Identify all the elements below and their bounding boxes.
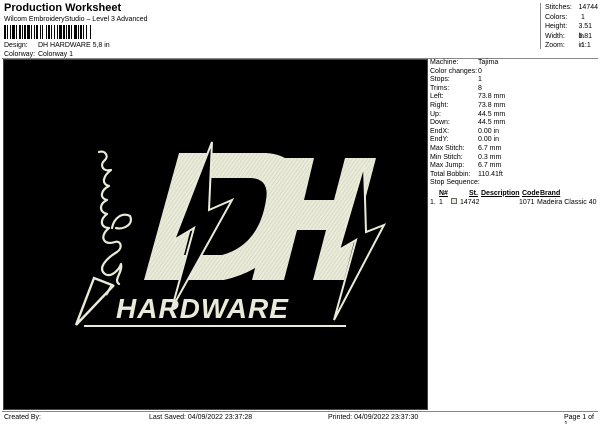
detail-endy: EndY: 0.00 in — [430, 136, 598, 145]
design-value: DH HARDWARE 5,8 in — [38, 42, 110, 49]
detail-label: Up: — [430, 110, 441, 118]
footer-created-by: Created By: — [4, 414, 41, 421]
detail-value: 6.7 mm — [478, 144, 502, 152]
page-title: Production Worksheet — [4, 2, 122, 14]
stat-value: 1 — [581, 13, 585, 21]
stop-sequence-title: Stop Sequence: — [430, 179, 480, 187]
hardware-word: HARDWARE — [116, 293, 289, 324]
stat-value: 5.81 in — [578, 32, 593, 50]
detail-value: 73.8 mm — [478, 93, 506, 101]
row-brand: Madeira Classic 40 — [537, 198, 597, 206]
detail-label: Total Bobbin: — [430, 170, 471, 178]
stat-zoom: Zoom: 1:1 — [545, 41, 598, 51]
footer-last-saved: Last Saved: 04/09/2022 23:37:28 — [149, 414, 253, 421]
detail-trims: Trims: 8 — [430, 85, 598, 94]
design-preview: HARDWARE — [3, 59, 428, 410]
col-st: St. — [469, 189, 478, 197]
stat-label: Zoom: — [545, 42, 565, 50]
footer-printed: Printed: 04/09/2022 23:37:30 — [328, 414, 419, 421]
stat-width: Width: 5.81 in — [545, 32, 598, 50]
stat-label: Colors: — [545, 13, 568, 21]
detail-value: 73.8 mm — [478, 101, 506, 109]
stat-label: Height: — [545, 23, 568, 31]
thread-swatch-icon — [451, 197, 457, 204]
design-label: Design: — [4, 42, 28, 49]
detail-right: Right: 73.8 mm — [430, 102, 598, 111]
stop-sequence-label: Stop Sequence: — [430, 179, 598, 188]
detail-value: 110.41ft — [478, 170, 503, 178]
col-code: Code — [522, 189, 540, 197]
top-stats: Stitches: 14744 Colors: 1 Height: 3.51 in W… — [540, 3, 598, 49]
detail-value: 0.00 in — [478, 127, 500, 135]
colorway-row: Colorway: Colorway 1 — [4, 51, 73, 58]
detail-color-changes: Color changes: 0 — [430, 68, 598, 77]
detail-down: Down: 44.5 mm — [430, 119, 598, 128]
detail-value: 44.5 mm — [478, 110, 506, 118]
detail-value: Tajima — [478, 59, 499, 66]
detail-label: Min Stitch: — [430, 153, 463, 161]
colorway-value: Colorway 1 — [38, 51, 74, 58]
stat-value: 3.51 in — [578, 23, 593, 40]
sequence-header: N# St. Description Code Brand — [430, 190, 598, 198]
row-code: 1071 — [519, 198, 535, 206]
detail-label: EndX: — [430, 127, 450, 135]
stat-stitches: Stitches: 14744 — [545, 3, 598, 13]
barcode — [4, 25, 144, 39]
col-n: N# — [439, 189, 448, 197]
footer-page: Page 1 of 1 — [564, 414, 594, 424]
stat-label: Width: — [545, 32, 565, 40]
signature-underline — [74, 276, 115, 326]
machine-details: Machine: Tajima Color changes: 0 Stops: 1 T… — [430, 59, 598, 207]
software-subtitle: Wilcom EmbroideryStudio – Level 3 Advanc… — [4, 16, 148, 23]
col-description: Description — [481, 189, 520, 197]
detail-label: Trims: — [430, 84, 450, 92]
detail-label: Max Stitch: — [430, 144, 465, 152]
signature-scribble — [97, 150, 132, 286]
colorway-label: Colorway: — [4, 51, 36, 58]
stat-label: Stitches: — [545, 4, 572, 11]
row-index: 1. — [430, 198, 436, 206]
detail-label: Max Jump: — [430, 162, 465, 170]
detail-machine: Machine: Tajima — [430, 59, 598, 68]
footer: Created By: Last Saved: 04/09/2022 23:37… — [2, 411, 598, 424]
detail-label: Stops: — [430, 76, 450, 84]
detail-min-stitch: Min Stitch: 0.3 mm — [430, 154, 598, 163]
detail-up: Up: 44.5 mm — [430, 111, 598, 120]
detail-total-bobbin: Total Bobbin: 110.41ft — [430, 171, 598, 180]
detail-label: EndY: — [430, 136, 449, 144]
embroidery-artwork: HARDWARE — [74, 141, 387, 327]
detail-stops: Stops: 1 — [430, 76, 598, 85]
detail-value: 8 — [478, 84, 482, 92]
row-stitches: 14742 — [460, 198, 480, 206]
col-brand: Brand — [540, 189, 561, 197]
detail-max-stitch: Max Stitch: 6.7 mm — [430, 145, 598, 154]
stat-colors: Colors: 1 — [545, 13, 598, 23]
detail-label: Color changes: — [430, 67, 478, 75]
stat-value: 1:1 — [581, 42, 591, 50]
design-row: Design: DH HARDWARE 5,8 in — [4, 42, 110, 49]
detail-value: 0.3 mm — [478, 153, 502, 161]
detail-value: 0 — [478, 67, 482, 75]
detail-value: 6.7 mm — [478, 162, 502, 170]
stat-value: 14744 — [578, 4, 598, 11]
detail-max-jump: Max Jump: 6.7 mm — [430, 162, 598, 171]
detail-label: Machine: — [430, 59, 459, 66]
detail-endx: EndX: 0.00 in — [430, 128, 598, 137]
detail-left: Left: 73.8 mm — [430, 93, 598, 102]
sequence-row: 1. 1 14742 1071 Madeira Classic 40 — [430, 197, 598, 207]
stat-height: Height: 3.51 in — [545, 22, 598, 40]
detail-value: 1 — [478, 76, 482, 84]
detail-label: Down: — [430, 119, 450, 127]
detail-value: 0.00 in — [478, 136, 500, 144]
row-n: 1 — [439, 198, 443, 206]
detail-label: Left: — [430, 93, 444, 101]
detail-value: 44.5 mm — [478, 119, 506, 127]
detail-label: Right: — [430, 101, 449, 109]
